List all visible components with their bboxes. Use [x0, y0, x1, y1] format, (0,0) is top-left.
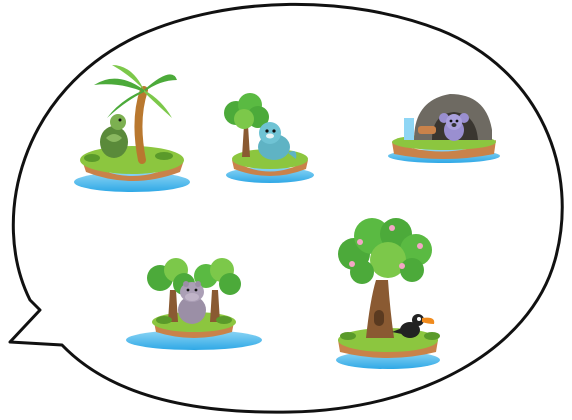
- waterfall: [404, 118, 414, 140]
- log: [418, 126, 436, 134]
- game-stage: [0, 0, 572, 420]
- island-scene: [8, 2, 564, 414]
- hippo-icon: [178, 281, 206, 324]
- water-splash: [74, 172, 190, 192]
- speech-bubble: [8, 2, 564, 414]
- tree-door: [374, 310, 384, 326]
